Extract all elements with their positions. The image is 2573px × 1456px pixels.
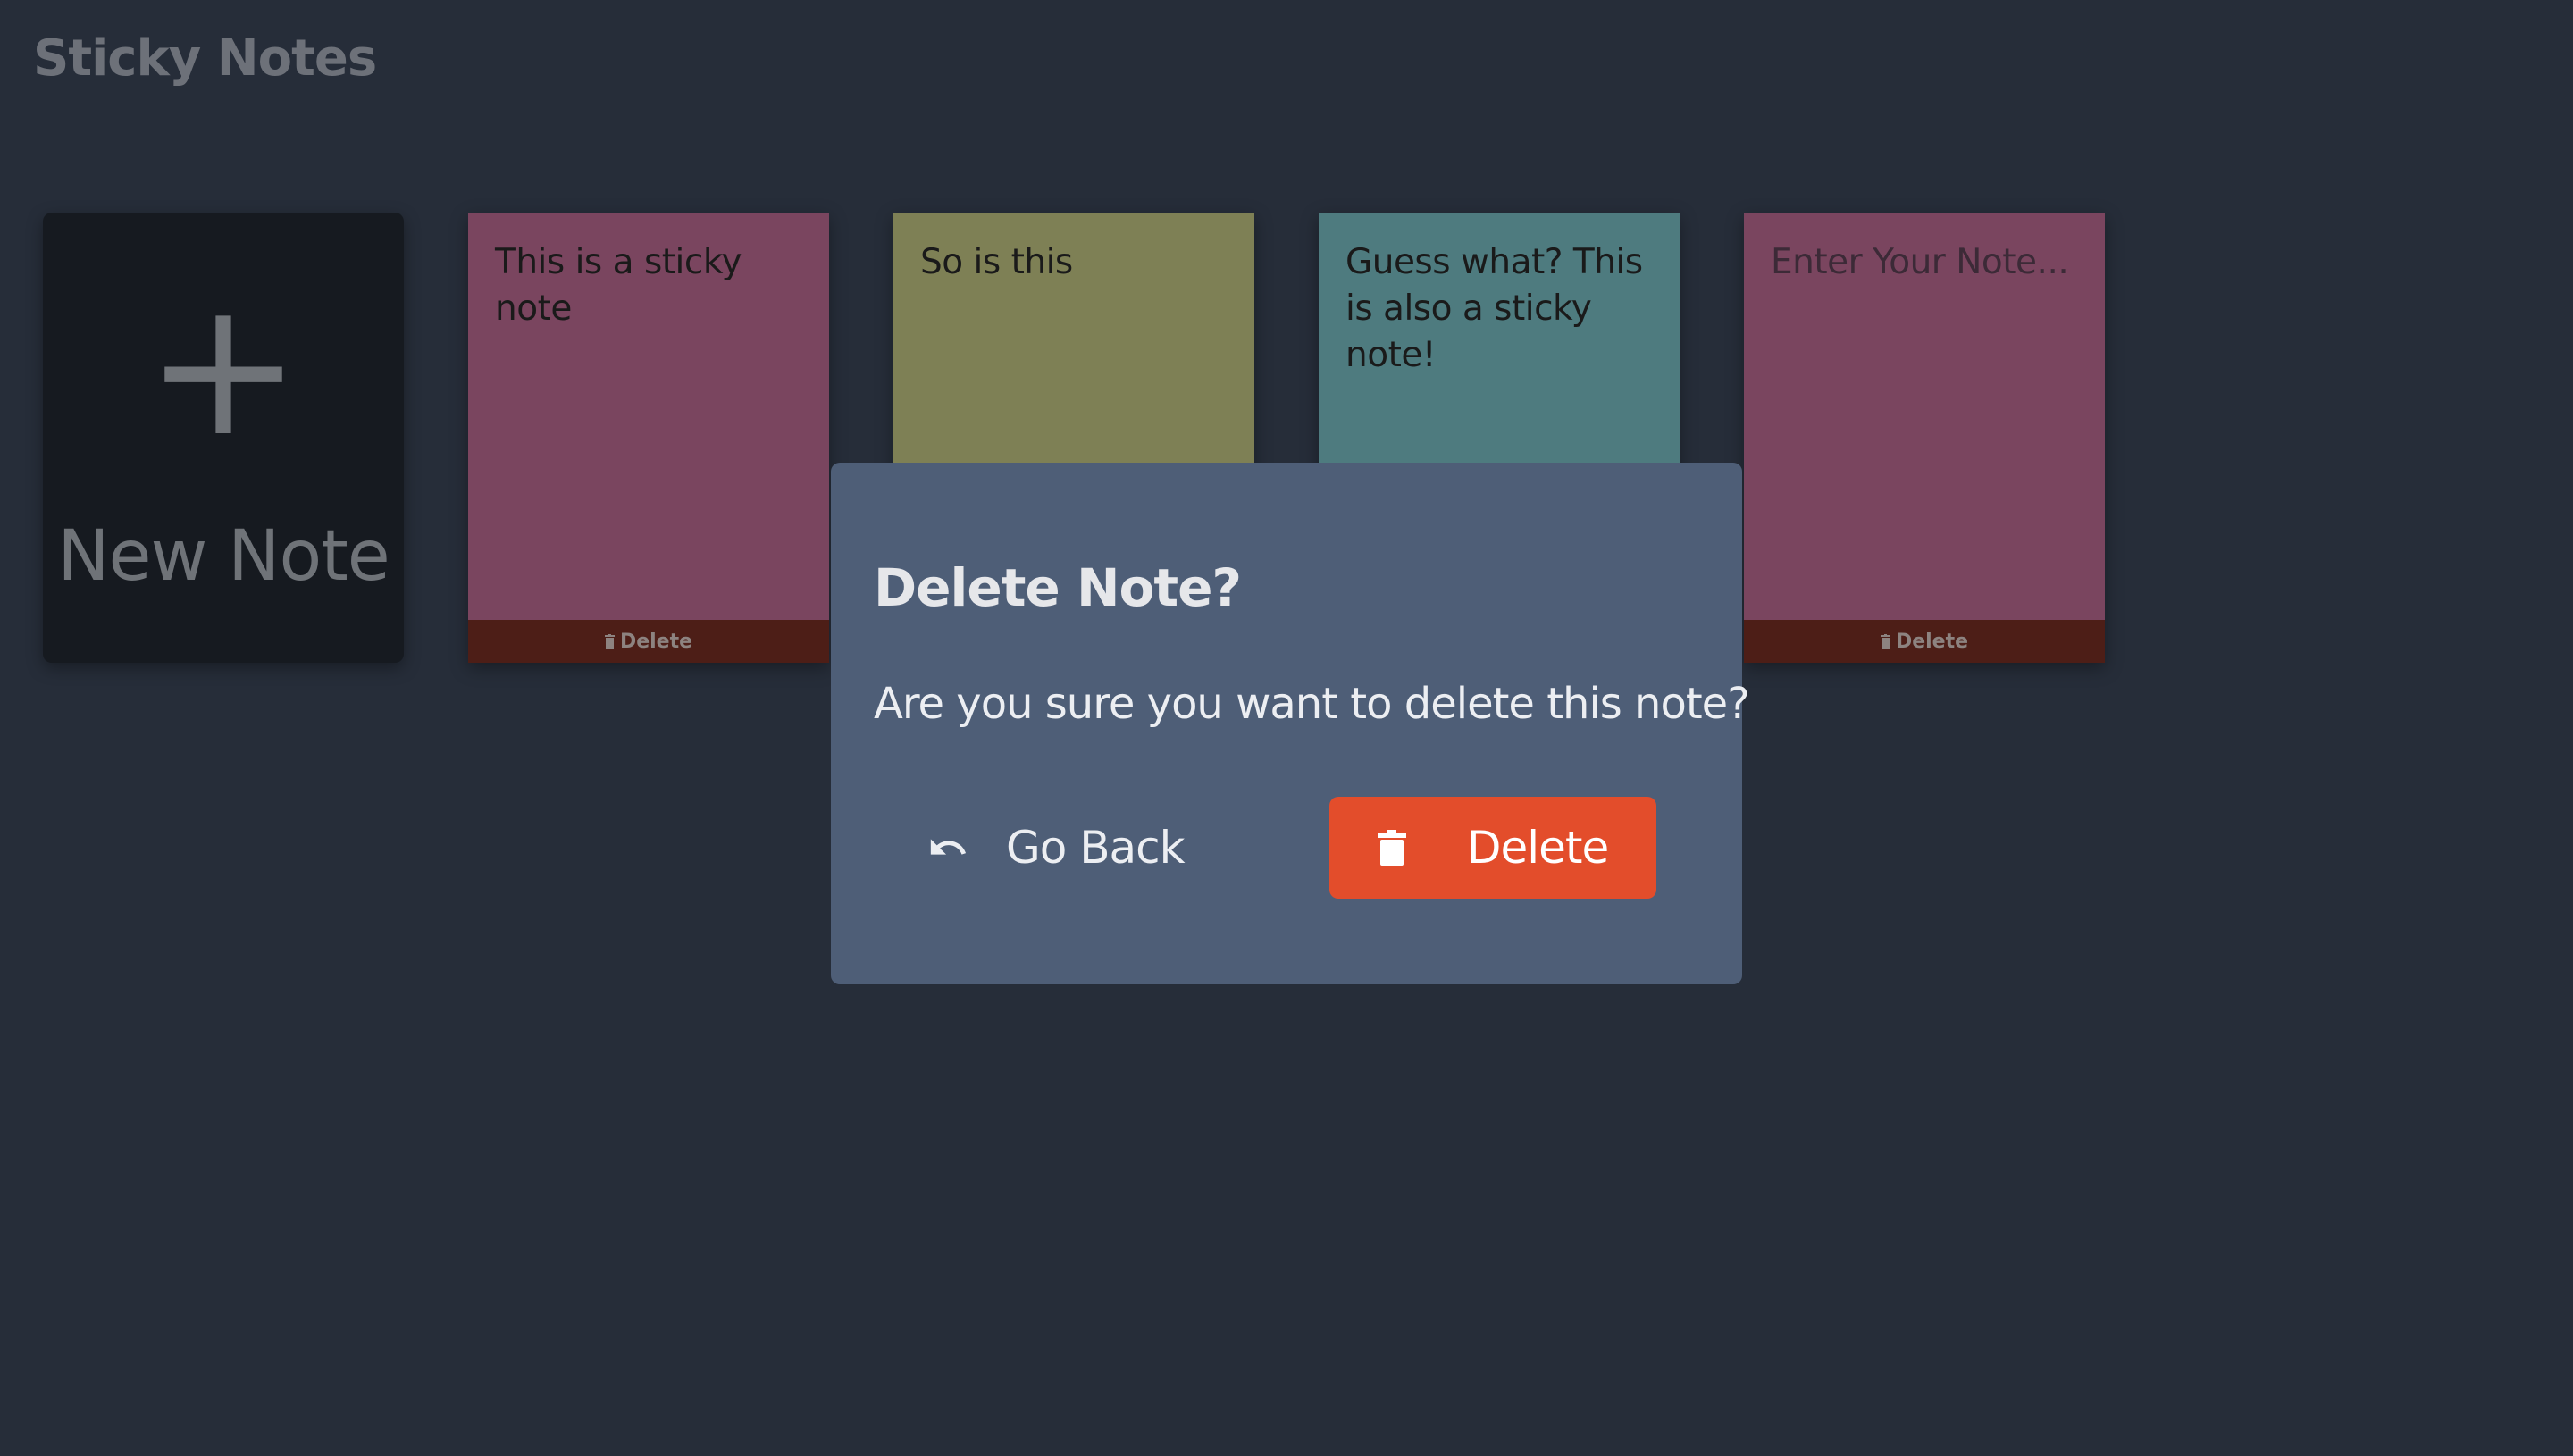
dialog-title: Delete Note? — [874, 557, 1242, 618]
trash-icon — [1378, 830, 1406, 866]
confirm-delete-button[interactable]: Delete — [1329, 797, 1656, 899]
go-back-button[interactable]: Go Back — [927, 797, 1186, 899]
note-delete-button[interactable]: Delete — [1744, 620, 2105, 663]
note-text[interactable]: So is this — [920, 239, 1233, 286]
go-back-label: Go Back — [1006, 822, 1186, 874]
note-delete-label: Delete — [1895, 630, 1969, 653]
new-note-label: New Note — [57, 516, 390, 597]
app-title: Sticky Notes — [33, 29, 377, 88]
sticky-note[interactable]: Enter Your Note... Delete — [1744, 213, 2105, 663]
note-delete-button[interactable]: Delete — [468, 620, 829, 663]
sticky-note[interactable]: This is a sticky note Delete — [468, 213, 829, 663]
note-text[interactable]: Guess what? This is also a sticky note! — [1345, 239, 1658, 379]
trash-icon — [604, 634, 615, 649]
note-input-placeholder[interactable]: Enter Your Note... — [1771, 239, 2083, 286]
plus-icon: + — [145, 259, 302, 478]
note-delete-label: Delete — [619, 630, 693, 653]
dialog-message: Are you sure you want to delete this not… — [874, 679, 1750, 729]
trash-icon — [1880, 634, 1890, 649]
confirm-delete-label: Delete — [1467, 822, 1609, 874]
delete-confirm-dialog: Delete Note? Are you sure you want to de… — [831, 463, 1750, 984]
undo-icon — [930, 839, 967, 855]
note-text[interactable]: This is a sticky note — [495, 239, 808, 332]
new-note-button[interactable]: + New Note — [43, 213, 404, 663]
